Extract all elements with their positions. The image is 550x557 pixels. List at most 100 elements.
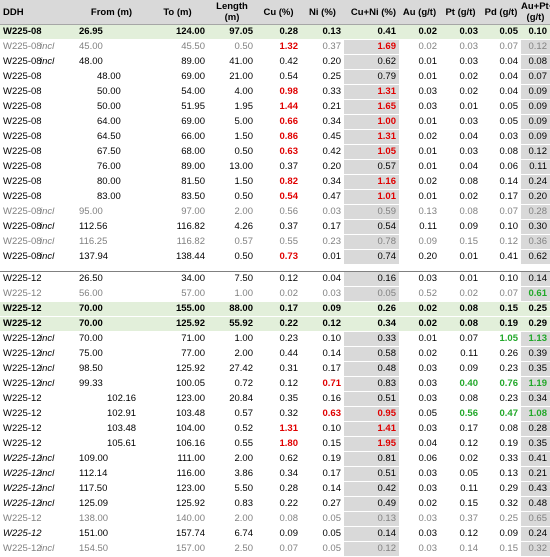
cell-ni: 0.10 [301,331,344,347]
cell-pt: 0.56 [440,406,481,422]
header-cu-ni: Cu+Ni (%) [344,0,399,25]
cell-to: 116.82 [147,234,208,250]
cell-pd: 0.08 [481,421,521,437]
cell-au: 0.01 [399,159,440,175]
table-row: W225-08 64.50 66.00 1.50 0.86 0.45 1.31 0.02 0.0… [0,129,550,145]
cell-pd: 0.07 [481,204,521,220]
cell-pt: 0.04 [440,129,481,145]
cell-au: 0.02 [399,39,440,55]
table-row: W225-12 151.00 157.74 6.74 0.09 0.05 0.14 0.03 0… [0,526,550,542]
cell-pd: 0.09 [481,526,521,542]
cell-au: 0.01 [399,69,440,85]
incl-label: incl [40,56,55,67]
cell-cu: 0.82 [256,174,301,190]
cell-pt: 0.03 [440,39,481,55]
cell-length: 2.00 [208,451,256,467]
table-row: W225-12incl 117.50 123.00 5.50 0.28 0.14 0.42 0… [0,481,550,497]
cell-ddh: W225-08 [0,174,76,190]
cell-length: 5.50 [208,481,256,497]
cell-ni: 0.25 [301,69,344,85]
cell-ni: 0.27 [301,496,344,512]
cell-ddh: W225-08 [0,69,76,85]
cell-to: 71.00 [147,331,208,347]
header-au-pt-pd: Au+Pt+Pd (g/t) [521,0,550,25]
cell-ddh: W225-12 [0,286,76,302]
ddh-label: W225-08 [3,146,42,157]
cell-ni: 0.14 [301,346,344,362]
cell-ddh: W225-12incl [0,376,76,392]
cell-ddh: W225-12incl [0,496,76,512]
header-length: Length (m) [208,0,256,25]
cell-cu: 0.42 [256,54,301,70]
cell-cu: 0.55 [256,234,301,250]
cell-pt: 0.15 [440,234,481,250]
cell-from: 102.16 [76,391,147,407]
cell-pt: 0.05 [440,466,481,482]
cell-pt: 0.08 [440,174,481,190]
table-row: W225-08 50.00 51.95 1.95 1.44 0.21 1.65 0.03 0.0… [0,99,550,115]
cell-ddh: W225-12incl [0,451,76,467]
cell-pt: 0.40 [440,376,481,392]
cell-from: 67.50 [76,144,147,160]
cell-from: 26.50 [76,271,147,287]
cell-ddh: W225-12 [0,391,76,407]
cell-ni: 0.12 [301,316,344,332]
cell-cu: 0.44 [256,346,301,362]
cell-pt: 0.08 [440,391,481,407]
cell-cu: 0.28 [256,481,301,497]
cell-ni: 0.71 [301,376,344,392]
cell-from: 45.00 [76,39,147,55]
cell-to: 83.50 [147,189,208,205]
cell-to: 103.48 [147,406,208,422]
cell-au-pt-pd: 0.48 [521,496,550,512]
cell-ni: 0.21 [301,99,344,115]
cell-length: 13.00 [208,159,256,175]
header-pt: Pt (g/t) [440,0,481,25]
cell-pt: 0.08 [440,301,481,317]
cell-ni: 0.09 [301,301,344,317]
cell-cu-ni: 1.01 [344,189,399,205]
cell-ni: 0.01 [301,249,344,265]
cell-from: 80.00 [76,174,147,190]
cell-cu: 0.08 [256,511,301,527]
cell-to: 124.00 [147,24,208,40]
cell-ddh: W225-12 [0,271,76,287]
cell-pt: 0.02 [440,451,481,467]
cell-from: 83.00 [76,189,147,205]
incl-label: incl [40,363,55,374]
cell-au: 0.11 [399,219,440,235]
cell-from: 70.00 [76,316,147,332]
ddh-label: W225-12 [3,453,42,464]
cell-au-pt-pd: 0.62 [521,249,550,265]
cell-au: 0.03 [399,541,440,557]
cell-pt: 0.11 [440,346,481,362]
cell-to: 125.92 [147,496,208,512]
ddh-label: W225-12 [3,498,42,509]
cell-ni: 0.17 [301,466,344,482]
cell-from: 50.00 [76,84,147,100]
cell-length: 0.72 [208,376,256,392]
cell-to: 45.50 [147,39,208,55]
cell-cu: 0.22 [256,496,301,512]
cell-au-pt-pd: 0.28 [521,204,550,220]
cell-pt: 0.02 [440,69,481,85]
cell-cu: 0.66 [256,114,301,130]
ddh-label: W225-12 [3,408,42,419]
cell-ni: 0.45 [301,129,344,145]
cell-from: 138.00 [76,511,147,527]
cell-au: 0.03 [399,526,440,542]
cell-from: 125.09 [76,496,147,512]
cell-ni: 0.15 [301,436,344,452]
cell-from: 103.48 [76,421,147,437]
table-row: W225-12 70.00 155.00 88.00 0.17 0.09 0.26 0.02 0… [0,301,550,317]
cell-from: 76.00 [76,159,147,175]
cell-au-pt-pd: 0.09 [521,84,550,100]
cell-cu-ni: 0.41 [344,24,399,40]
cell-au-pt-pd: 0.32 [521,541,550,557]
cell-pt: 0.11 [440,481,481,497]
cell-ddh: W225-12 [0,511,76,527]
cell-ddh: W225-12incl [0,541,76,557]
cell-pt: 0.01 [440,99,481,115]
cell-ni: 0.63 [301,406,344,422]
cell-pt: 0.08 [440,316,481,332]
